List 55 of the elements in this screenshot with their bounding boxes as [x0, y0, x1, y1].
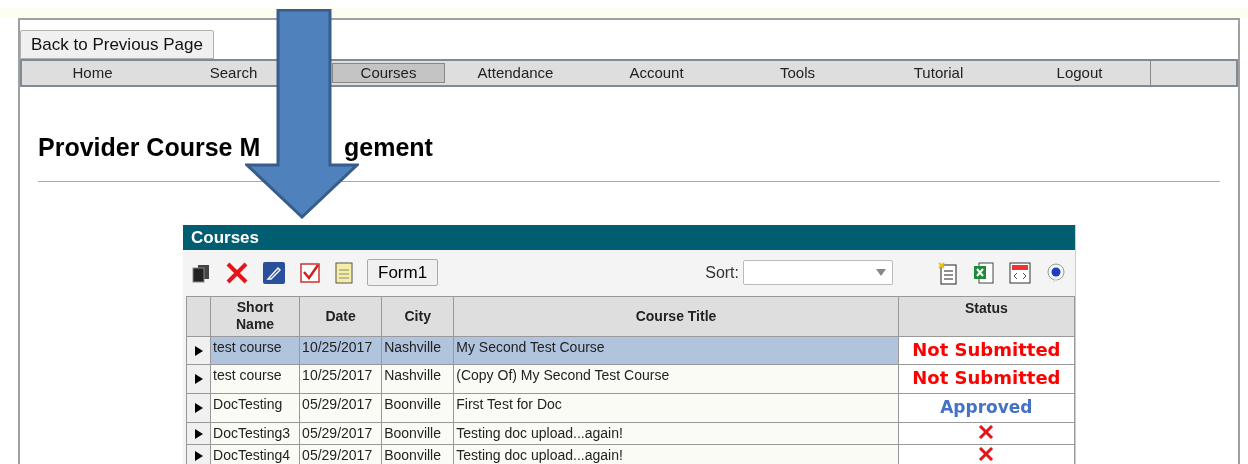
table-cell: Testing doc upload...again! [453, 422, 899, 444]
nav-tab[interactable]: Tutorial [913, 61, 964, 85]
new-document-icon[interactable] [937, 260, 959, 285]
table-cell: 10/25/2017 [299, 336, 382, 364]
cross-icon [978, 424, 995, 439]
column-header[interactable]: Course Title [453, 296, 899, 336]
row-pointer-icon[interactable] [194, 345, 203, 356]
back-button[interactable]: Back to Previous Page [20, 30, 214, 59]
panel-title: Courses [183, 224, 1075, 250]
nav-tab[interactable]: Tools [780, 61, 815, 85]
row-pointer-icon[interactable] [194, 428, 203, 439]
column-header[interactable]: Date [299, 296, 382, 336]
table-cell: DocTesting3 [210, 422, 300, 444]
xml-file-icon[interactable] [1009, 261, 1031, 284]
table-cell: Nashville [381, 336, 454, 364]
form-button[interactable]: Form1 [367, 259, 439, 286]
table-cell: First Test for Doc [453, 393, 899, 422]
table-cell: 10/25/2017 [299, 364, 382, 393]
sort-label: Sort: [705, 262, 739, 283]
page-heading: Provider Course M [38, 132, 261, 163]
pencil-icon[interactable] [263, 261, 285, 284]
status-label: Not Submitted [912, 367, 1061, 388]
nav-tab[interactable]: Logout [1056, 61, 1103, 85]
column-header[interactable]: City [381, 296, 454, 336]
nav-tab[interactable]: Search [209, 61, 258, 85]
table-cell: Boonville [381, 393, 454, 422]
table-cell: Boonville [381, 422, 454, 444]
row-pointer-icon[interactable] [194, 450, 203, 461]
table-cell: (Copy Of) My Second Test Course [453, 364, 899, 393]
nav-tab[interactable]: Courses [332, 63, 445, 83]
table-cell: test course [210, 364, 300, 393]
table-cell: 05/29/2017 [299, 444, 382, 464]
checkbox-icon[interactable] [299, 261, 321, 284]
table-cell: 05/29/2017 [299, 393, 382, 422]
status-label: Approved [940, 397, 1033, 417]
table-cell: test course [210, 336, 300, 364]
copy-icon[interactable] [191, 262, 211, 283]
delete-icon[interactable] [225, 260, 249, 285]
spreadsheet-icon[interactable] [973, 260, 995, 285]
nav-tab[interactable]: Home [72, 61, 113, 85]
column-header[interactable]: Short Name [210, 296, 300, 336]
table-cell: Testing doc upload...again! [453, 444, 899, 464]
dropdown-arrow-icon [876, 269, 886, 276]
table-cell: DocTesting [210, 393, 300, 422]
table-cell: My Second Test Course [453, 336, 899, 364]
row-pointer-icon[interactable] [194, 403, 203, 414]
table-cell: 05/29/2017 [299, 422, 382, 444]
nav-tab[interactable]: Attendance [477, 61, 554, 85]
cross-icon [978, 446, 995, 461]
nav-tab[interactable]: Account [629, 61, 684, 85]
page-heading: gement [344, 132, 433, 163]
status-label: Not Submitted [912, 338, 1061, 360]
table-cell: Nashville [381, 364, 454, 393]
row-pointer-icon[interactable] [194, 374, 203, 385]
column-header[interactable]: Status [898, 296, 1075, 336]
